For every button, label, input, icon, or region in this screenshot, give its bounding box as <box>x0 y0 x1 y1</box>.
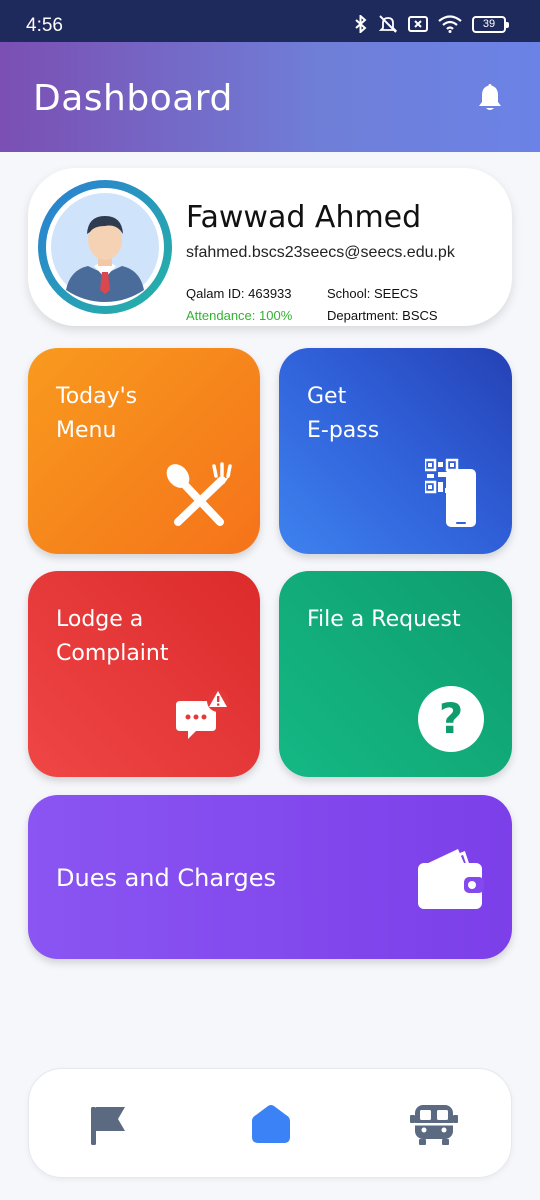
app-bar: Dashboard <box>0 42 540 152</box>
qalam-id: Qalam ID: 463933 <box>186 286 292 301</box>
bell-icon[interactable] <box>476 82 504 112</box>
utensils-icon <box>166 462 232 526</box>
dues-charges-tile[interactable]: Dues and Charges <box>28 795 512 959</box>
qr-phone-icon <box>425 458 476 527</box>
file-request-label: File a Request <box>307 607 461 632</box>
page-title: Dashboard <box>33 78 233 119</box>
avatar <box>38 180 172 314</box>
school: School: SEECS <box>327 286 419 301</box>
mute-icon <box>378 15 398 33</box>
lodge-complaint-tile[interactable]: Lodge a Complaint <box>28 571 260 777</box>
file-request-tile[interactable]: File a Request ? <box>279 571 512 777</box>
profile-card[interactable]: Fawwad Ahmed sfahmed.bscs23seecs@seecs.e… <box>28 168 512 326</box>
status-bar: 4:56 39 <box>0 0 540 42</box>
wallet-icon <box>418 849 484 909</box>
bluetooth-icon <box>355 15 367 33</box>
flag-icon[interactable] <box>83 1099 133 1149</box>
todays-menu-label: Today's Menu <box>56 384 138 443</box>
todays-menu-tile[interactable]: Today's Menu <box>28 348 260 554</box>
lodge-complaint-label: Lodge a Complaint <box>56 607 169 666</box>
profile-email: sfahmed.bscs23seecs@seecs.edu.pk <box>186 244 455 261</box>
bottom-nav <box>28 1068 512 1178</box>
status-icons: 39 <box>354 14 509 34</box>
svg-text:?: ? <box>439 694 463 743</box>
dues-charges-label: Dues and Charges <box>56 864 276 892</box>
get-epass-tile[interactable]: Get E-pass <box>279 348 512 554</box>
attendance: Attendance: 100% <box>186 308 293 323</box>
status-time: 4:56 <box>26 15 63 36</box>
department: Department: BSCS <box>327 308 438 323</box>
bus-icon[interactable] <box>409 1099 459 1149</box>
home-icon[interactable] <box>246 1099 296 1149</box>
battery-icon: 39 <box>472 15 509 33</box>
sim-off-icon <box>408 16 428 32</box>
question-icon: ? <box>418 686 484 752</box>
profile-name: Fawwad Ahmed <box>186 200 422 235</box>
wifi-icon <box>438 15 462 33</box>
complaint-chat-icon <box>176 690 229 739</box>
get-epass-label: Get E-pass <box>307 384 380 443</box>
